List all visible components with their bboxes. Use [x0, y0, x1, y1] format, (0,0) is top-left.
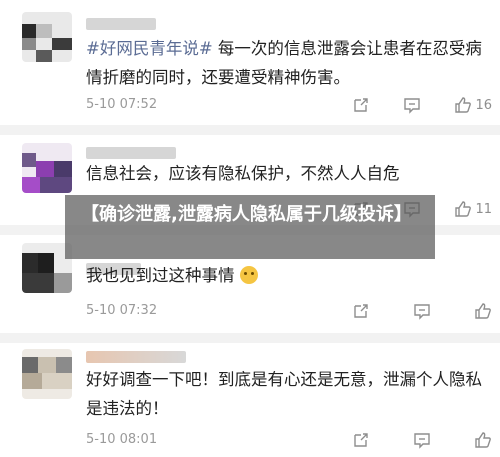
timestamp: 5-10 07:52 [86, 97, 158, 112]
share-button[interactable] [352, 302, 370, 320]
comment-card: #好网民青年说# 每一次的信息泄露会让患者在忍受病情折磨的同时，还要遭受精神伤害… [0, 0, 500, 125]
comment-button[interactable] [413, 431, 431, 449]
like-button[interactable]: 16 [454, 96, 492, 114]
comment-button[interactable] [413, 302, 431, 320]
crying-face-emoji-icon [239, 266, 258, 284]
comment-body: 我也见到过这种事情 [86, 266, 235, 285]
comment-body: 好好调查一下吧！到底是有心还是无意，泄漏个人隐私是违法的！ [86, 370, 482, 418]
comment-text: 我也见到过这种事情 [86, 261, 486, 290]
like-icon [455, 97, 472, 113]
username[interactable] [86, 18, 156, 30]
like-button[interactable]: 11 [454, 200, 492, 218]
avatar[interactable] [22, 143, 72, 193]
comment-card: 好好调查一下吧！到底是有心还是无意，泄漏个人隐私是违法的！ 5-10 08:01 [0, 343, 500, 457]
avatar[interactable] [22, 12, 72, 62]
share-icon [354, 98, 368, 112]
share-icon [354, 304, 368, 318]
divider [0, 333, 500, 343]
action-bar [352, 429, 492, 451]
avatar[interactable] [22, 349, 72, 399]
like-icon [475, 303, 491, 319]
timestamp: 5-10 08:01 [86, 432, 158, 447]
action-bar [352, 300, 492, 322]
hashtag-link[interactable]: #好网民青年说# [86, 39, 213, 58]
share-icon [354, 433, 368, 447]
comment-text: #好网民青年说# 每一次的信息泄露会让患者在忍受病情折磨的同时，还要遭受精神伤害… [86, 34, 486, 92]
timestamp: 5-10 07:32 [86, 303, 158, 318]
comment-icon [414, 304, 430, 320]
like-button[interactable] [474, 431, 492, 449]
headline-overlay: 【确诊泄露,泄露病人隐私属于几级投诉】 [65, 195, 435, 259]
like-icon [455, 201, 472, 217]
like-count: 11 [475, 201, 492, 217]
comment-icon [414, 433, 430, 449]
share-button[interactable] [352, 431, 370, 449]
comment-icon [404, 98, 420, 114]
comment-button[interactable] [403, 96, 421, 114]
action-bar: 16 [352, 94, 492, 116]
divider [0, 125, 500, 135]
like-count: 16 [475, 97, 492, 113]
username[interactable] [86, 147, 176, 159]
share-button[interactable] [352, 96, 370, 114]
like-button[interactable] [474, 302, 492, 320]
username[interactable] [86, 351, 186, 363]
comment-body: 信息社会，应该有隐私保护，不然人人自危 [86, 164, 400, 183]
like-icon [475, 432, 491, 448]
